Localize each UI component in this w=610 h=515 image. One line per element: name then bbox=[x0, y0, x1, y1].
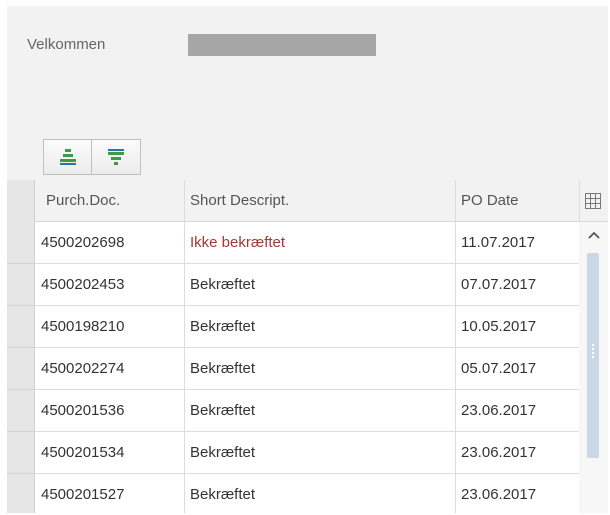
cell-short-descript: Bekræftet bbox=[190, 486, 256, 503]
filter-icon bbox=[108, 149, 124, 165]
table-row[interactable]: 4500198210 Bekræftet 10.05.2017 bbox=[7, 306, 608, 348]
table-row[interactable]: 4500201536 Bekræftet 23.06.2017 bbox=[7, 390, 608, 432]
cell-purch-doc: 4500201534 bbox=[41, 444, 125, 461]
cell-po-date: 23.06.2017 bbox=[461, 402, 537, 419]
purchase-orders-table: Purch.Doc. Short Descript. PO Date 45002… bbox=[7, 180, 608, 513]
cell-po-date: 07.07.2017 bbox=[461, 276, 537, 293]
scrollbar-thumb[interactable] bbox=[587, 253, 599, 458]
cell-purch-doc: 4500201527 bbox=[41, 486, 125, 503]
cell-po-date: 11.07.2017 bbox=[461, 234, 535, 251]
cell-short-descript: Bekræftet bbox=[190, 360, 256, 377]
column-header-short-descript[interactable]: Short Descript. bbox=[185, 180, 289, 221]
welcome-label: Velkommen bbox=[27, 36, 106, 53]
cell-short-descript: Bekræftet bbox=[190, 276, 256, 293]
table-row[interactable]: 4500202453 Bekræftet 07.07.2017 bbox=[7, 264, 608, 306]
table-row[interactable]: 4500201534 Bekræftet 23.06.2017 bbox=[7, 432, 608, 474]
vertical-scrollbar[interactable] bbox=[579, 222, 608, 513]
cell-short-descript: Bekræftet bbox=[190, 402, 256, 419]
cell-purch-doc: 4500202274 bbox=[41, 360, 125, 377]
cell-po-date: 23.06.2017 bbox=[461, 486, 537, 503]
filter-button[interactable] bbox=[92, 139, 141, 175]
cell-short-descript: Ikke bekræftet bbox=[190, 234, 286, 251]
scroll-grip-icon bbox=[592, 344, 594, 358]
column-header-po-date[interactable]: PO Date bbox=[456, 180, 519, 221]
cell-po-date: 05.07.2017 bbox=[461, 360, 537, 377]
column-header-purch-doc[interactable]: Purch.Doc. bbox=[41, 180, 120, 221]
cell-po-date: 10.05.2017 bbox=[461, 318, 537, 335]
column-settings-icon[interactable] bbox=[583, 191, 603, 211]
sort-button[interactable] bbox=[43, 139, 92, 175]
cell-po-date: 23.06.2017 bbox=[461, 444, 537, 461]
sort-icon bbox=[59, 149, 76, 165]
table-header-row: Purch.Doc. Short Descript. PO Date bbox=[7, 180, 608, 222]
table-row[interactable]: 4500201527 Bekræftet 23.06.2017 bbox=[7, 474, 608, 513]
chevron-up-icon[interactable] bbox=[587, 230, 601, 240]
cell-purch-doc: 4500201536 bbox=[41, 402, 125, 419]
cell-short-descript: Bekræftet bbox=[190, 444, 256, 461]
table-row[interactable]: 4500202698 Ikke bekræftet 11.07.2017 bbox=[7, 222, 608, 264]
table-toolbar bbox=[43, 139, 141, 175]
table-row[interactable]: 4500202274 Bekræftet 05.07.2017 bbox=[7, 348, 608, 390]
cell-short-descript: Bekræftet bbox=[190, 318, 256, 335]
cell-purch-doc: 4500202698 bbox=[41, 234, 125, 251]
cell-purch-doc: 4500202453 bbox=[41, 276, 125, 293]
cell-purch-doc: 4500198210 bbox=[41, 318, 125, 335]
username-placeholder bbox=[188, 34, 376, 56]
